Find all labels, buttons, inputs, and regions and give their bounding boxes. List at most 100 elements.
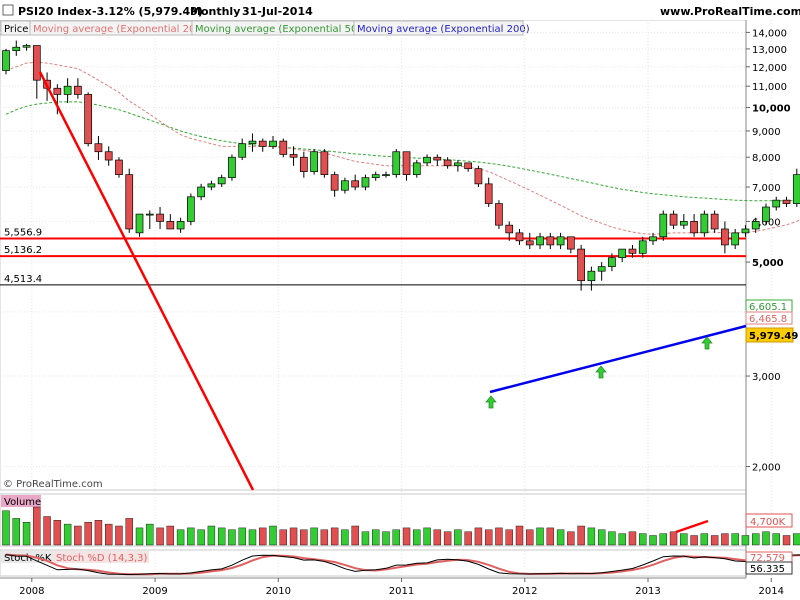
candle-up	[187, 196, 195, 222]
volume-bar	[217, 527, 226, 546]
candle-up	[269, 140, 277, 147]
y-tick-label: 9,000	[752, 127, 781, 138]
candle-down	[289, 154, 298, 158]
y-tick-label: 12,000	[752, 63, 787, 74]
candle-down	[299, 156, 308, 172]
y-tick-label: 5,000	[752, 258, 784, 269]
candle-up	[12, 46, 21, 52]
candle-up	[197, 186, 205, 198]
volume-bar	[2, 510, 10, 546]
candle-up	[176, 221, 185, 230]
candle-down	[433, 156, 442, 161]
candle-up	[238, 143, 247, 158]
volume-bar	[700, 533, 709, 546]
candle-down	[258, 140, 267, 147]
candle-down	[484, 183, 493, 204]
volume-bar	[279, 529, 287, 546]
candle-up	[412, 162, 421, 175]
volume-bar	[741, 535, 750, 546]
candle-up	[361, 177, 370, 188]
candle-down	[443, 159, 452, 167]
y-tick-label: 2,000	[752, 462, 781, 473]
volume-bar	[259, 527, 267, 546]
level-label: 5,136.2	[4, 245, 42, 256]
volume-bar	[248, 529, 257, 546]
volume-bar	[423, 527, 431, 546]
candle-up	[731, 232, 740, 246]
candle-down	[94, 143, 103, 153]
ma20-value-tag: 6,465.8	[749, 314, 787, 325]
candle-up	[608, 257, 616, 267]
candle-down	[628, 248, 637, 254]
legend-ma20[interactable]: Moving average (Exponential 20)	[33, 24, 199, 35]
x-tick-label: 2013	[635, 586, 660, 597]
volume-bar	[228, 529, 236, 546]
volume-bar	[53, 520, 62, 546]
volume-bar	[752, 533, 760, 546]
candle-down	[495, 203, 503, 226]
volume-bar	[146, 523, 154, 546]
chart-root: PSI20 Index -3.12% (5,979.49) Monthly 31…	[0, 0, 800, 600]
y-tick-label: 7,000	[752, 183, 781, 194]
y-tick-label: 3,000	[752, 372, 781, 383]
volume-bar	[115, 525, 123, 546]
candle-down	[721, 228, 729, 246]
candle-down	[53, 87, 62, 95]
candle-up	[741, 228, 750, 234]
y-tick-label: 13,000	[752, 45, 787, 56]
collapse-checkbox-icon[interactable]	[2, 4, 14, 16]
stoch-d-title: Stoch %D (14,3,3)	[56, 553, 147, 564]
legend-ma200[interactable]: Moving average (Exponential 200)	[357, 24, 530, 35]
candle-down	[279, 140, 288, 155]
volume-bar	[710, 535, 719, 546]
volume-bar	[135, 527, 144, 546]
candle-down	[690, 221, 698, 234]
volume-bar	[156, 527, 164, 546]
candle-up	[751, 221, 760, 230]
y-tick-label: 14,000	[752, 28, 787, 39]
candle-down	[464, 162, 472, 170]
candle-down	[566, 236, 575, 250]
candle-up	[341, 180, 349, 191]
volume-bar	[659, 533, 667, 546]
candle-up	[587, 270, 596, 282]
volume-bar	[361, 531, 370, 546]
volume-bar	[649, 535, 657, 546]
date-label: 31-Jul-2014	[242, 5, 313, 18]
volume-bar	[782, 535, 791, 546]
volume-bar	[269, 525, 277, 546]
x-tick-label: 2011	[389, 586, 414, 597]
candle-up	[371, 174, 380, 179]
header-bar: PSI20 Index -3.12% (5,979.49) Monthly 31…	[0, 0, 800, 20]
candle-up	[2, 50, 10, 71]
candle-down	[166, 221, 175, 230]
volume-bar	[310, 527, 318, 546]
stoch-k-value: 56.335	[750, 564, 785, 575]
volume-bar	[330, 527, 339, 546]
volume-bar	[413, 529, 421, 546]
volume-bar	[669, 531, 678, 546]
volume-bar	[341, 529, 349, 546]
volume-bar	[392, 529, 400, 546]
candle-down	[505, 224, 514, 234]
legend-price[interactable]: Price	[4, 24, 28, 35]
volume-bar	[618, 533, 626, 546]
volume-bar	[721, 533, 729, 546]
x-tick-label: 2014	[759, 586, 784, 597]
candle-up	[597, 266, 606, 272]
volume-bar	[372, 529, 380, 546]
volume-bar	[84, 522, 92, 546]
volume-value-tag: 4,700K	[750, 517, 786, 528]
candle-up	[700, 213, 709, 234]
level-label: 4,513.4	[4, 274, 42, 285]
candle-up	[228, 156, 236, 179]
candle-down	[330, 174, 339, 191]
volume-bar	[793, 533, 800, 546]
candle-up	[556, 236, 565, 246]
volume-bar	[187, 527, 195, 546]
volume-bar	[104, 523, 113, 546]
volume-bar	[289, 527, 298, 546]
x-tick-label: 2010	[266, 586, 291, 597]
volume-bar	[556, 529, 565, 546]
candle-down	[74, 85, 82, 95]
